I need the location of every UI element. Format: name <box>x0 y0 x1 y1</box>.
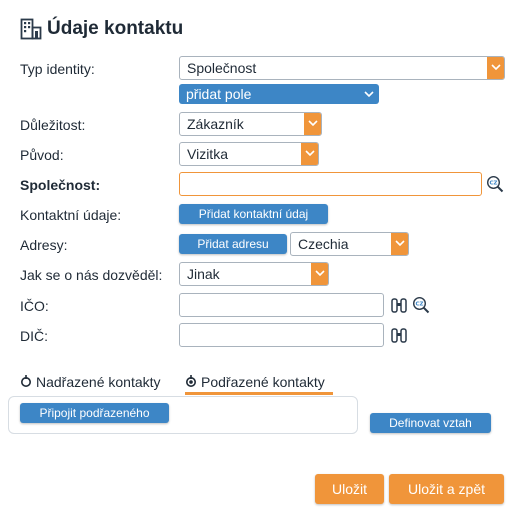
contact-building-icon <box>20 18 42 40</box>
add-contact-detail-button[interactable]: Přidat kontaktní údaj <box>179 204 328 224</box>
tab-parent-contacts[interactable]: Nadřazené kontakty <box>36 373 161 391</box>
attach-child-button[interactable]: Připojit podřazeného <box>20 403 169 423</box>
company-registry-search-icon[interactable]: CZ <box>486 175 504 193</box>
contact-details-label: Kontaktní údaje: <box>20 207 122 223</box>
identity-type-value: Společnost <box>187 60 257 76</box>
binoculars-icon[interactable] <box>390 296 408 314</box>
identity-type-label: Typ identity: <box>20 61 95 77</box>
chevron-down-icon <box>301 143 318 165</box>
importance-label: Důležitost: <box>20 117 86 133</box>
add-address-button[interactable]: Přidat adresu <box>179 234 287 254</box>
company-label: Společnost: <box>20 177 101 193</box>
dic-input[interactable] <box>179 323 384 347</box>
page-title: Údaje kontaktu <box>47 18 184 39</box>
company-input[interactable] <box>179 172 482 196</box>
origin-select[interactable]: Vizitka <box>179 142 319 166</box>
save-and-back-button[interactable]: Uložit a zpět <box>389 474 504 504</box>
ico-input[interactable] <box>179 293 384 317</box>
company-registry-search-icon[interactable]: CZ <box>412 296 430 314</box>
svg-text:CZ: CZ <box>415 302 423 308</box>
referral-label: Jak se o nás dozvěděl: <box>20 267 163 283</box>
active-tab-indicator <box>185 392 333 395</box>
origin-value: Vizitka <box>187 146 228 162</box>
referral-select[interactable]: Jinak <box>179 262 329 286</box>
define-relation-button[interactable]: Definovat vztah <box>370 413 491 433</box>
country-value: Czechia <box>298 236 349 252</box>
chevron-down-icon <box>391 233 408 255</box>
country-select[interactable]: Czechia <box>290 232 409 256</box>
importance-value: Zákazník <box>187 116 244 132</box>
chevron-down-icon <box>311 263 328 285</box>
ico-label: IČO: <box>20 298 49 314</box>
chevron-down-icon <box>364 91 374 97</box>
importance-select[interactable]: Zákazník <box>179 112 322 136</box>
identity-type-select[interactable]: Společnost <box>179 56 505 80</box>
svg-text:CZ: CZ <box>489 181 497 187</box>
add-field-dropdown[interactable]: přidat pole <box>179 84 379 104</box>
save-button[interactable]: Uložit <box>315 474 384 504</box>
referral-value: Jinak <box>187 266 220 282</box>
chevron-down-icon <box>487 57 504 79</box>
origin-label: Původ: <box>20 147 64 163</box>
dic-label: DIČ: <box>20 328 48 344</box>
tab-child-contacts[interactable]: Podřazené kontakty <box>201 373 325 391</box>
addresses-label: Adresy: <box>20 237 68 253</box>
add-field-label: přidat pole <box>186 86 252 102</box>
chevron-down-icon <box>304 113 321 135</box>
parent-contacts-icon <box>20 374 32 388</box>
child-contacts-icon <box>185 374 197 388</box>
binoculars-icon[interactable] <box>390 326 408 344</box>
